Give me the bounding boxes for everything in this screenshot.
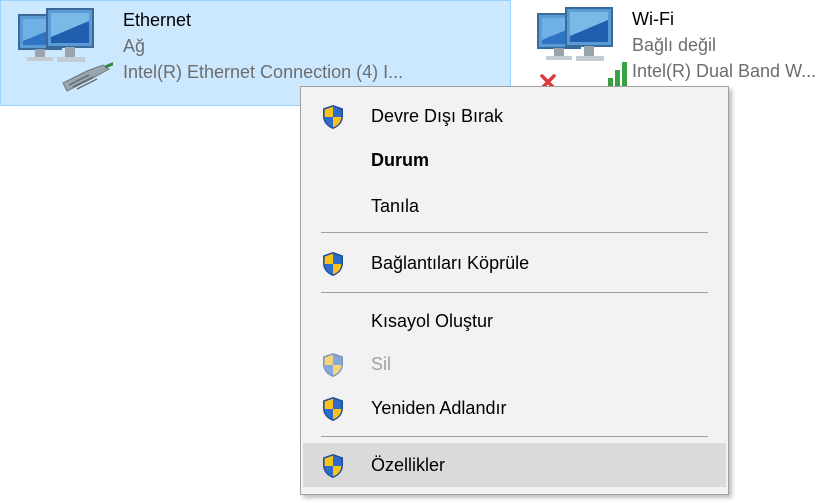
uac-shield-icon	[321, 104, 345, 130]
wifi-name: Wi-Fi	[632, 9, 674, 29]
uac-shield-icon	[321, 251, 345, 277]
menu-item-label: Bağlantıları Köprüle	[371, 253, 530, 273]
menu-item-diagnose[interactable]: Tanıla	[303, 184, 726, 228]
ethernet-status: Ağ	[123, 36, 146, 56]
wifi-device: Intel(R) Dual Band W...	[632, 61, 817, 81]
menu-item-label: Yeniden Adlandır	[371, 398, 507, 418]
menu-item-disable[interactable]: Devre Dışı Bırak	[303, 94, 726, 138]
menu-item-status[interactable]: Durum	[303, 138, 726, 182]
menu-item-label: Özellikler	[371, 455, 446, 475]
ethernet-adapter-icon	[17, 7, 116, 99]
wifi-status: Bağlı değil	[632, 35, 717, 55]
wifi-adapter-icon	[536, 6, 632, 98]
menu-item-label: Kısayol Oluştur	[371, 311, 494, 331]
context-menu: Devre Dışı Bırak Durum Tanıla Bağlantıla…	[300, 86, 729, 495]
menu-item-properties[interactable]: Özellikler	[303, 443, 726, 487]
uac-shield-icon	[321, 396, 345, 422]
menu-item-label: Devre Dışı Bırak	[371, 106, 504, 126]
menu-item-label: Sil	[371, 354, 392, 374]
uac-shield-icon	[321, 352, 345, 378]
menu-separator	[321, 292, 708, 293]
menu-item-bridge-connections[interactable]: Bağlantıları Köprüle	[303, 241, 726, 285]
menu-item-delete: Sil	[303, 342, 726, 386]
ethernet-name: Ethernet	[123, 10, 192, 30]
uac-shield-icon	[321, 453, 345, 479]
menu-item-rename[interactable]: Yeniden Adlandır	[303, 386, 726, 430]
menu-item-label: Durum	[371, 150, 429, 170]
ethernet-device: Intel(R) Ethernet Connection (4) I...	[123, 62, 404, 82]
menu-separator	[321, 436, 708, 437]
menu-item-create-shortcut[interactable]: Kısayol Oluştur	[303, 299, 726, 343]
menu-separator	[321, 232, 708, 233]
menu-item-label: Tanıla	[371, 196, 420, 216]
